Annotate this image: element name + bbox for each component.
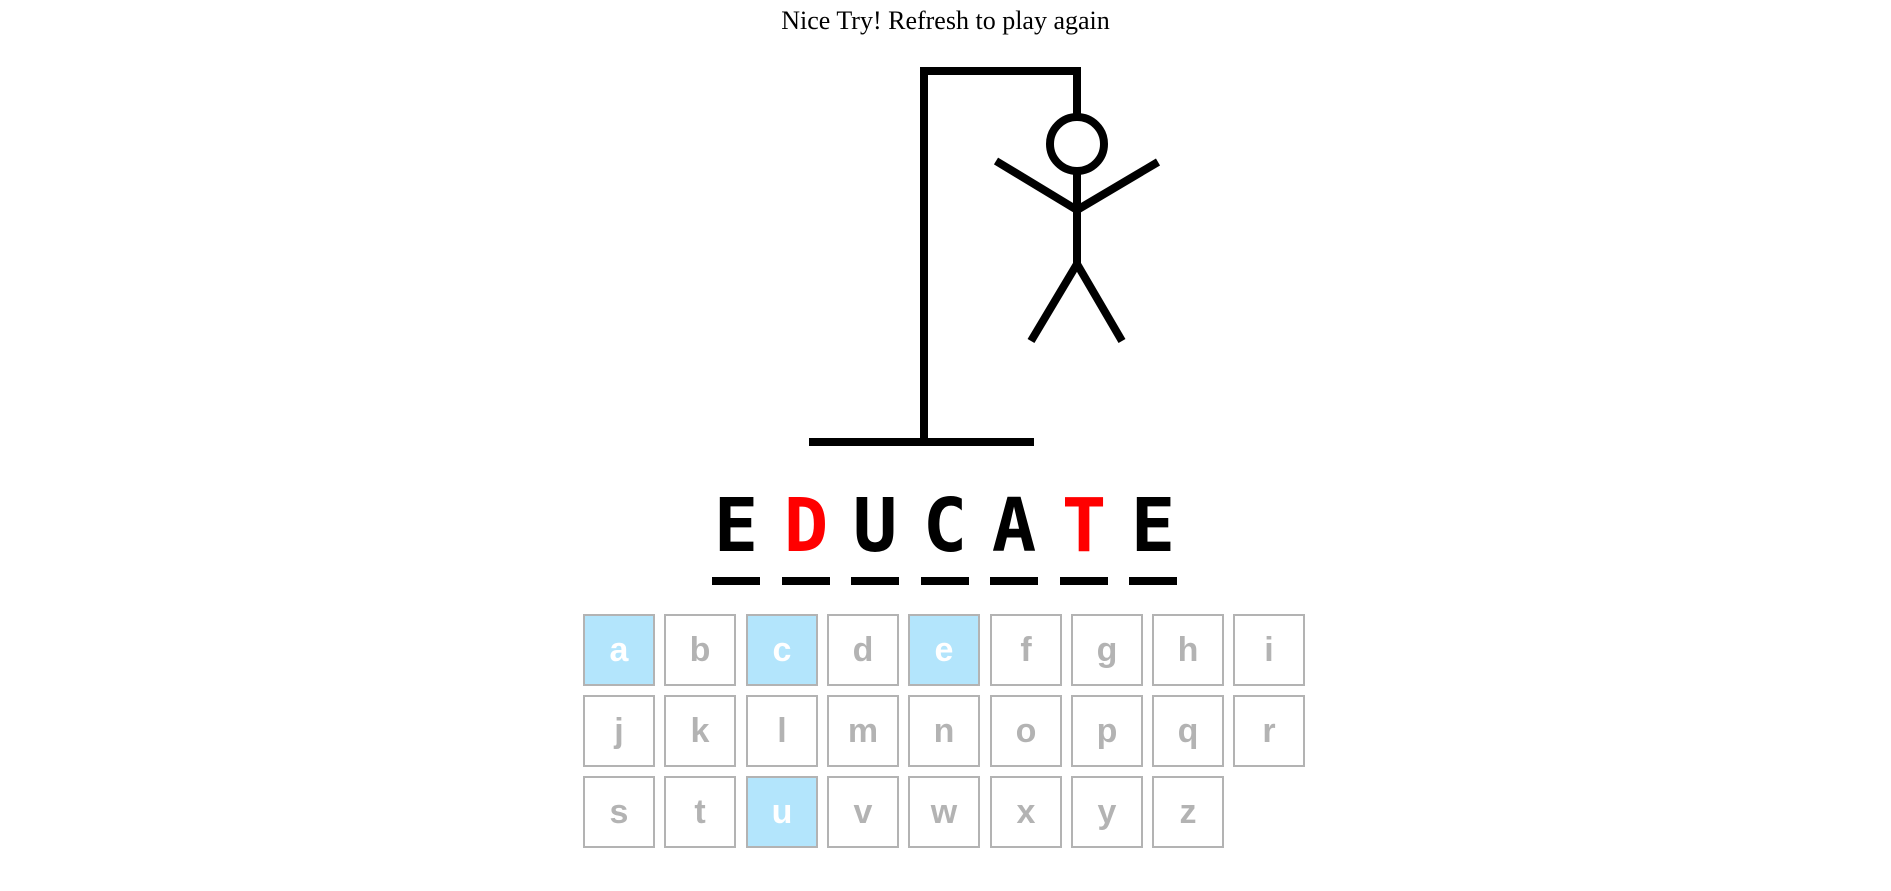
key-q[interactable]: q bbox=[1152, 695, 1224, 767]
key-e[interactable]: e bbox=[908, 614, 980, 686]
hangman-figure bbox=[993, 113, 1161, 344]
letter-underline bbox=[1060, 577, 1108, 585]
hangman-right-leg bbox=[1073, 261, 1126, 344]
revealed-letter: E bbox=[1130, 483, 1176, 569]
revealed-letter: U bbox=[852, 483, 898, 569]
word-letter-slot: C bbox=[921, 486, 969, 586]
word-letter-slot: A bbox=[990, 486, 1038, 586]
key-y[interactable]: y bbox=[1071, 776, 1143, 848]
key-c[interactable]: c bbox=[746, 614, 818, 686]
letter-underline bbox=[1129, 577, 1177, 585]
key-o[interactable]: o bbox=[990, 695, 1062, 767]
key-p[interactable]: p bbox=[1071, 695, 1143, 767]
key-k[interactable]: k bbox=[664, 695, 736, 767]
key-l[interactable]: l bbox=[746, 695, 818, 767]
gallows bbox=[809, 67, 1081, 446]
key-r[interactable]: r bbox=[1233, 695, 1305, 767]
word-letter-slot: E bbox=[1129, 486, 1177, 586]
word-letter-slot: U bbox=[851, 486, 899, 586]
missed-letter: D bbox=[783, 483, 829, 569]
word-letter-slot: E bbox=[712, 486, 760, 586]
letter-underline bbox=[990, 577, 1038, 585]
key-i[interactable]: i bbox=[1233, 614, 1305, 686]
letter-underline bbox=[712, 577, 760, 585]
letter-underline bbox=[851, 577, 899, 585]
hangman-head bbox=[1046, 113, 1108, 175]
key-n[interactable]: n bbox=[908, 695, 980, 767]
key-s[interactable]: s bbox=[583, 776, 655, 848]
key-d[interactable]: d bbox=[827, 614, 899, 686]
key-u[interactable]: u bbox=[746, 776, 818, 848]
key-a[interactable]: a bbox=[583, 614, 655, 686]
revealed-letter: E bbox=[713, 483, 759, 569]
key-g[interactable]: g bbox=[1071, 614, 1143, 686]
key-b[interactable]: b bbox=[664, 614, 736, 686]
key-m[interactable]: m bbox=[827, 695, 899, 767]
word-letter-slot: T bbox=[1060, 486, 1108, 586]
letter-underline bbox=[782, 577, 830, 585]
key-v[interactable]: v bbox=[827, 776, 899, 848]
missed-letter: T bbox=[1061, 483, 1107, 569]
key-h[interactable]: h bbox=[1152, 614, 1224, 686]
key-w[interactable]: w bbox=[908, 776, 980, 848]
key-z[interactable]: z bbox=[1152, 776, 1224, 848]
key-x[interactable]: x bbox=[990, 776, 1062, 848]
revealed-letter: A bbox=[991, 483, 1037, 569]
key-j[interactable]: j bbox=[583, 695, 655, 767]
key-t[interactable]: t bbox=[664, 776, 736, 848]
letter-underline bbox=[921, 577, 969, 585]
hangman-left-leg bbox=[1027, 261, 1081, 344]
key-f[interactable]: f bbox=[990, 614, 1062, 686]
revealed-letter: C bbox=[922, 483, 968, 569]
letter-keyboard: abcdefghi jklmnopqr stuvwxyz bbox=[583, 614, 1323, 854]
word-letter-slot: D bbox=[782, 486, 830, 586]
